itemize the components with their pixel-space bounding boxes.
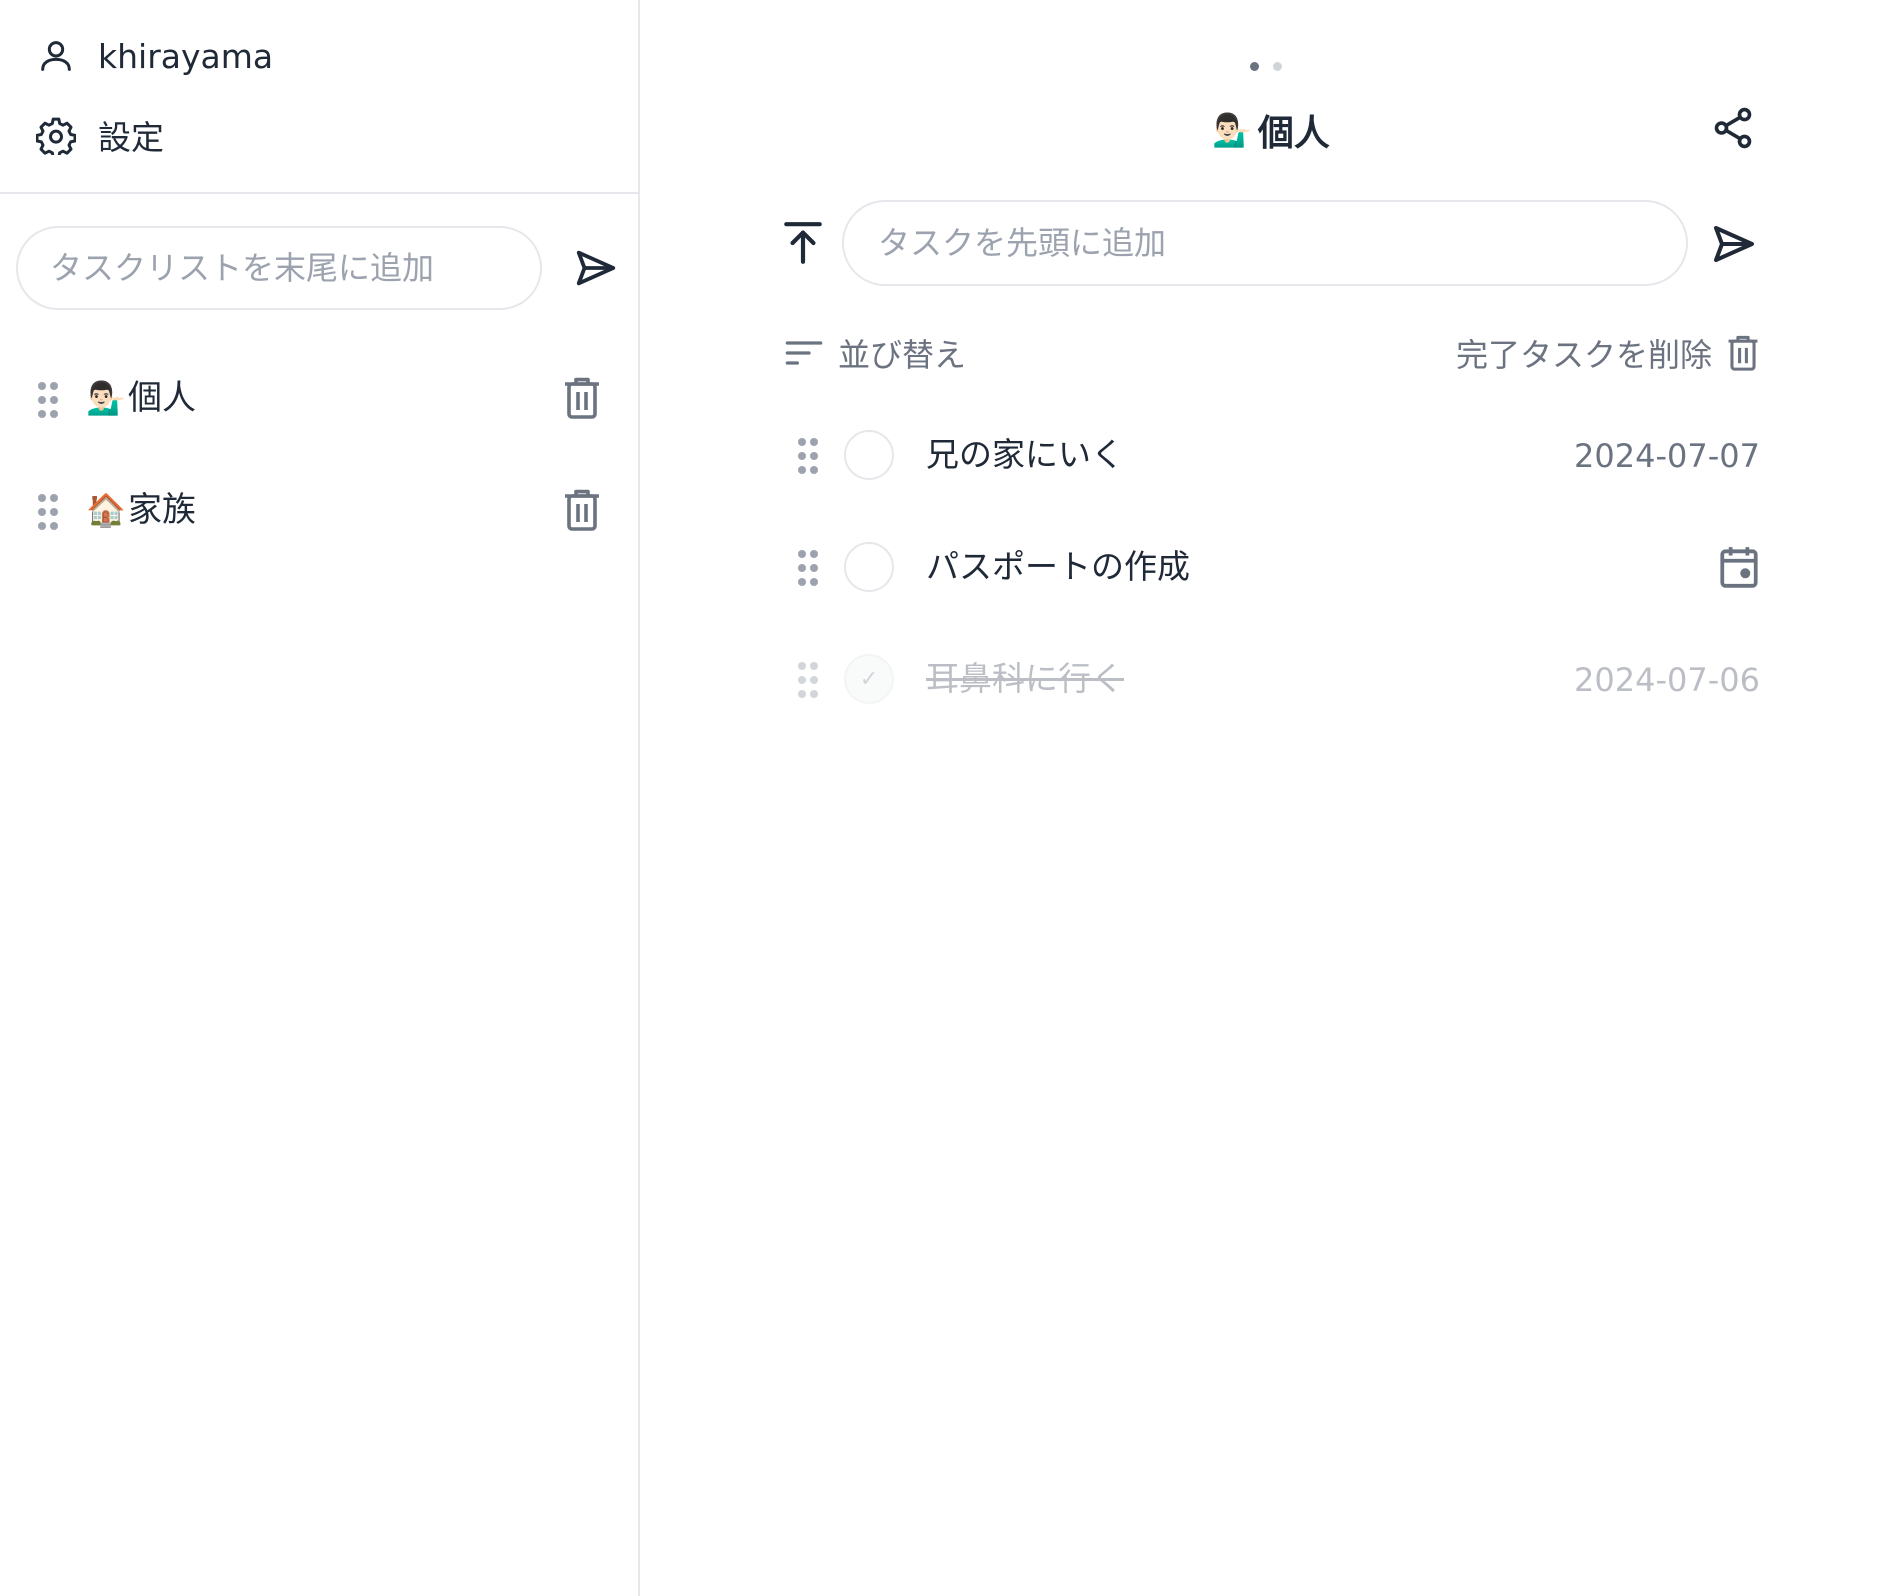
add-tasklist-input[interactable]	[50, 249, 540, 287]
sort-icon	[785, 341, 823, 365]
tasklist-item-family[interactable]: 🏠 家族	[0, 462, 640, 574]
task-toolbar: 並び替え 完了タスクを削除	[784, 330, 1760, 380]
task-checkbox[interactable]	[844, 542, 894, 592]
page-dot-active[interactable]	[1250, 62, 1259, 71]
tasklist-list: 💁🏻‍♂️ 個人 🏠 家族	[0, 350, 640, 574]
tasklist-title: 💁🏻‍♂️ 個人	[1212, 104, 1330, 156]
drag-handle-icon[interactable]	[796, 436, 820, 476]
clear-completed-button[interactable]: 完了タスクを削除	[1456, 330, 1760, 376]
arrow-to-top-icon[interactable]	[782, 220, 824, 266]
sort-button[interactable]: 並び替え	[784, 330, 966, 376]
drag-handle-icon[interactable]	[36, 380, 60, 420]
trash-icon	[1728, 335, 1758, 371]
calendar-icon[interactable]	[1718, 544, 1760, 590]
task-list: 兄の家にいく 2024-07-07 パスポートの作成 ✓ 耳鼻科に行く 2024…	[782, 410, 1762, 746]
sidebar-header: khirayama 設定	[0, 0, 638, 194]
settings-label: 設定	[98, 118, 164, 157]
sidebar: khirayama 設定	[0, 0, 640, 1596]
task-text[interactable]: 兄の家にいく	[926, 432, 1124, 478]
task-text[interactable]: 耳鼻科に行く	[926, 656, 1124, 702]
task-date[interactable]: 2024-07-07	[1574, 434, 1760, 478]
tasklist-panel: 💁🏻‍♂️ 個人 並び替え	[642, 0, 1890, 1596]
drag-handle-icon[interactable]	[796, 548, 820, 588]
add-task-input[interactable]	[878, 224, 1686, 262]
user-menu[interactable]: khirayama	[0, 28, 638, 84]
title-emoji: 💁🏻‍♂️	[1212, 111, 1252, 149]
settings-link[interactable]: 設定	[0, 107, 638, 163]
add-tasklist-field	[16, 226, 542, 310]
tasklist-label: 個人	[128, 378, 196, 418]
tasklist-item-personal[interactable]: 💁🏻‍♂️ 個人	[0, 350, 640, 462]
app: khirayama 設定	[0, 0, 1890, 1596]
add-tasklist-form	[16, 226, 624, 310]
task-text[interactable]: パスポートの作成	[926, 544, 1190, 590]
task-checkbox[interactable]	[844, 430, 894, 480]
drag-handle-icon[interactable]	[36, 492, 60, 532]
checkmark-icon: ✓	[859, 666, 879, 692]
page-indicator	[1250, 62, 1282, 71]
trash-icon[interactable]	[562, 376, 602, 420]
task-item: パスポートの作成	[782, 522, 1762, 634]
tasklist-emoji: 💁🏻‍♂️	[86, 379, 126, 417]
task-checkbox-checked[interactable]: ✓	[844, 654, 894, 704]
tasklist-emoji: 🏠	[86, 491, 126, 529]
task-date[interactable]: 2024-07-06	[1574, 658, 1760, 702]
gear-icon	[34, 113, 78, 157]
user-icon	[34, 34, 78, 78]
send-icon[interactable]	[1708, 220, 1760, 268]
user-name: khirayama	[98, 36, 274, 76]
send-icon	[576, 250, 616, 286]
page-dot[interactable]	[1273, 62, 1282, 71]
page-title: 個人	[1257, 113, 1330, 154]
task-item-completed: ✓ 耳鼻科に行く 2024-07-06	[782, 634, 1762, 746]
sort-label: 並び替え	[838, 336, 967, 374]
add-task-form	[782, 200, 1762, 286]
clear-completed-label: 完了タスクを削除	[1455, 336, 1712, 374]
add-task-field	[842, 200, 1688, 286]
drag-handle-icon[interactable]	[796, 660, 820, 700]
trash-icon[interactable]	[562, 488, 602, 532]
task-item: 兄の家にいく 2024-07-07	[782, 410, 1762, 522]
share-icon[interactable]	[1710, 104, 1756, 152]
tasklist-label: 家族	[128, 490, 196, 530]
add-tasklist-button[interactable]	[568, 240, 624, 296]
